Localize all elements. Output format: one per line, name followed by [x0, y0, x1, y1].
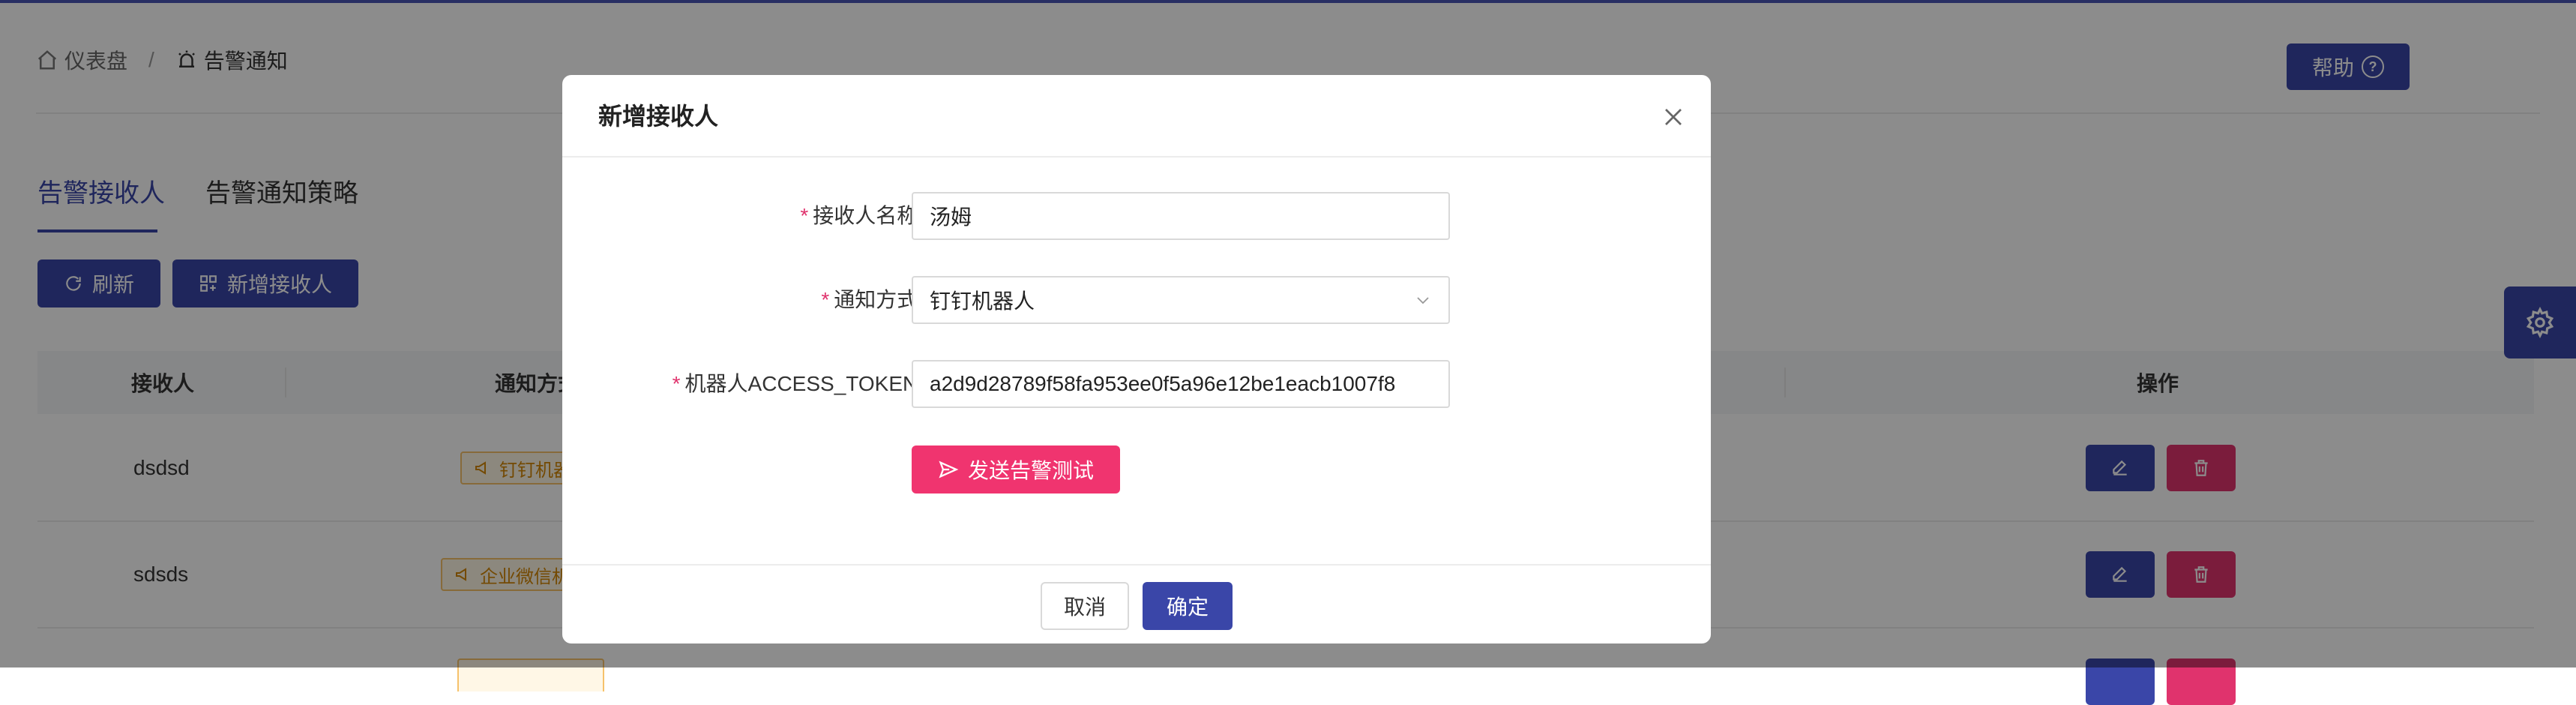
send-test-alert-label: 发送告警测试: [967, 459, 1094, 482]
send-icon: [939, 460, 959, 478]
notify-method-label: * 通知方式:: [821, 276, 924, 324]
close-icon: [1665, 109, 1682, 125]
required-mark: *: [821, 288, 830, 311]
dialog-header: 新增接收人: [562, 75, 1711, 158]
form-row-receiver-name: * 接收人名称: 汤姆: [562, 192, 1711, 240]
receiver-name-label: * 接收人名称:: [800, 192, 924, 240]
dialog-footer: 取消 确定: [562, 564, 1711, 644]
access-token-label-text: 机器人ACCESS_TOKEN:: [684, 372, 924, 395]
close-button[interactable]: [1658, 102, 1688, 132]
required-mark: *: [672, 372, 681, 395]
required-mark: *: [800, 204, 809, 227]
access-token-value: a2d9d28789f58fa953ee0f5a96e12be1eacb1007…: [930, 372, 1396, 395]
form-row-notify-method: * 通知方式: 钉钉机器人: [562, 276, 1711, 324]
form-row-access-token: * 机器人ACCESS_TOKEN: a2d9d28789f58fa953ee0f…: [562, 360, 1711, 408]
chevron-down-icon: [1417, 297, 1429, 304]
confirm-button[interactable]: 确定: [1143, 582, 1233, 630]
cancel-button[interactable]: 取消: [1041, 582, 1129, 630]
notify-method-label-text: 通知方式:: [834, 288, 924, 311]
access-token-label: * 机器人ACCESS_TOKEN:: [672, 360, 924, 408]
receiver-name-input[interactable]: 汤姆: [912, 192, 1450, 240]
notify-method-select[interactable]: 钉钉机器人: [912, 276, 1450, 324]
add-receiver-dialog: 新增接收人 * 接收人名称: 汤姆 * 通知方式: 钉钉机器人 * 机器人ACCESS…: [562, 75, 1711, 644]
notify-method-selected: 钉钉机器人: [930, 290, 1035, 313]
receiver-name-value: 汤姆: [930, 206, 972, 229]
access-token-input[interactable]: a2d9d28789f58fa953ee0f5a96e12be1eacb1007…: [912, 360, 1450, 408]
receiver-name-label-text: 接收人名称:: [813, 204, 924, 227]
send-test-alert-button[interactable]: 发送告警测试: [912, 446, 1120, 494]
dialog-title: 新增接收人: [598, 103, 719, 130]
